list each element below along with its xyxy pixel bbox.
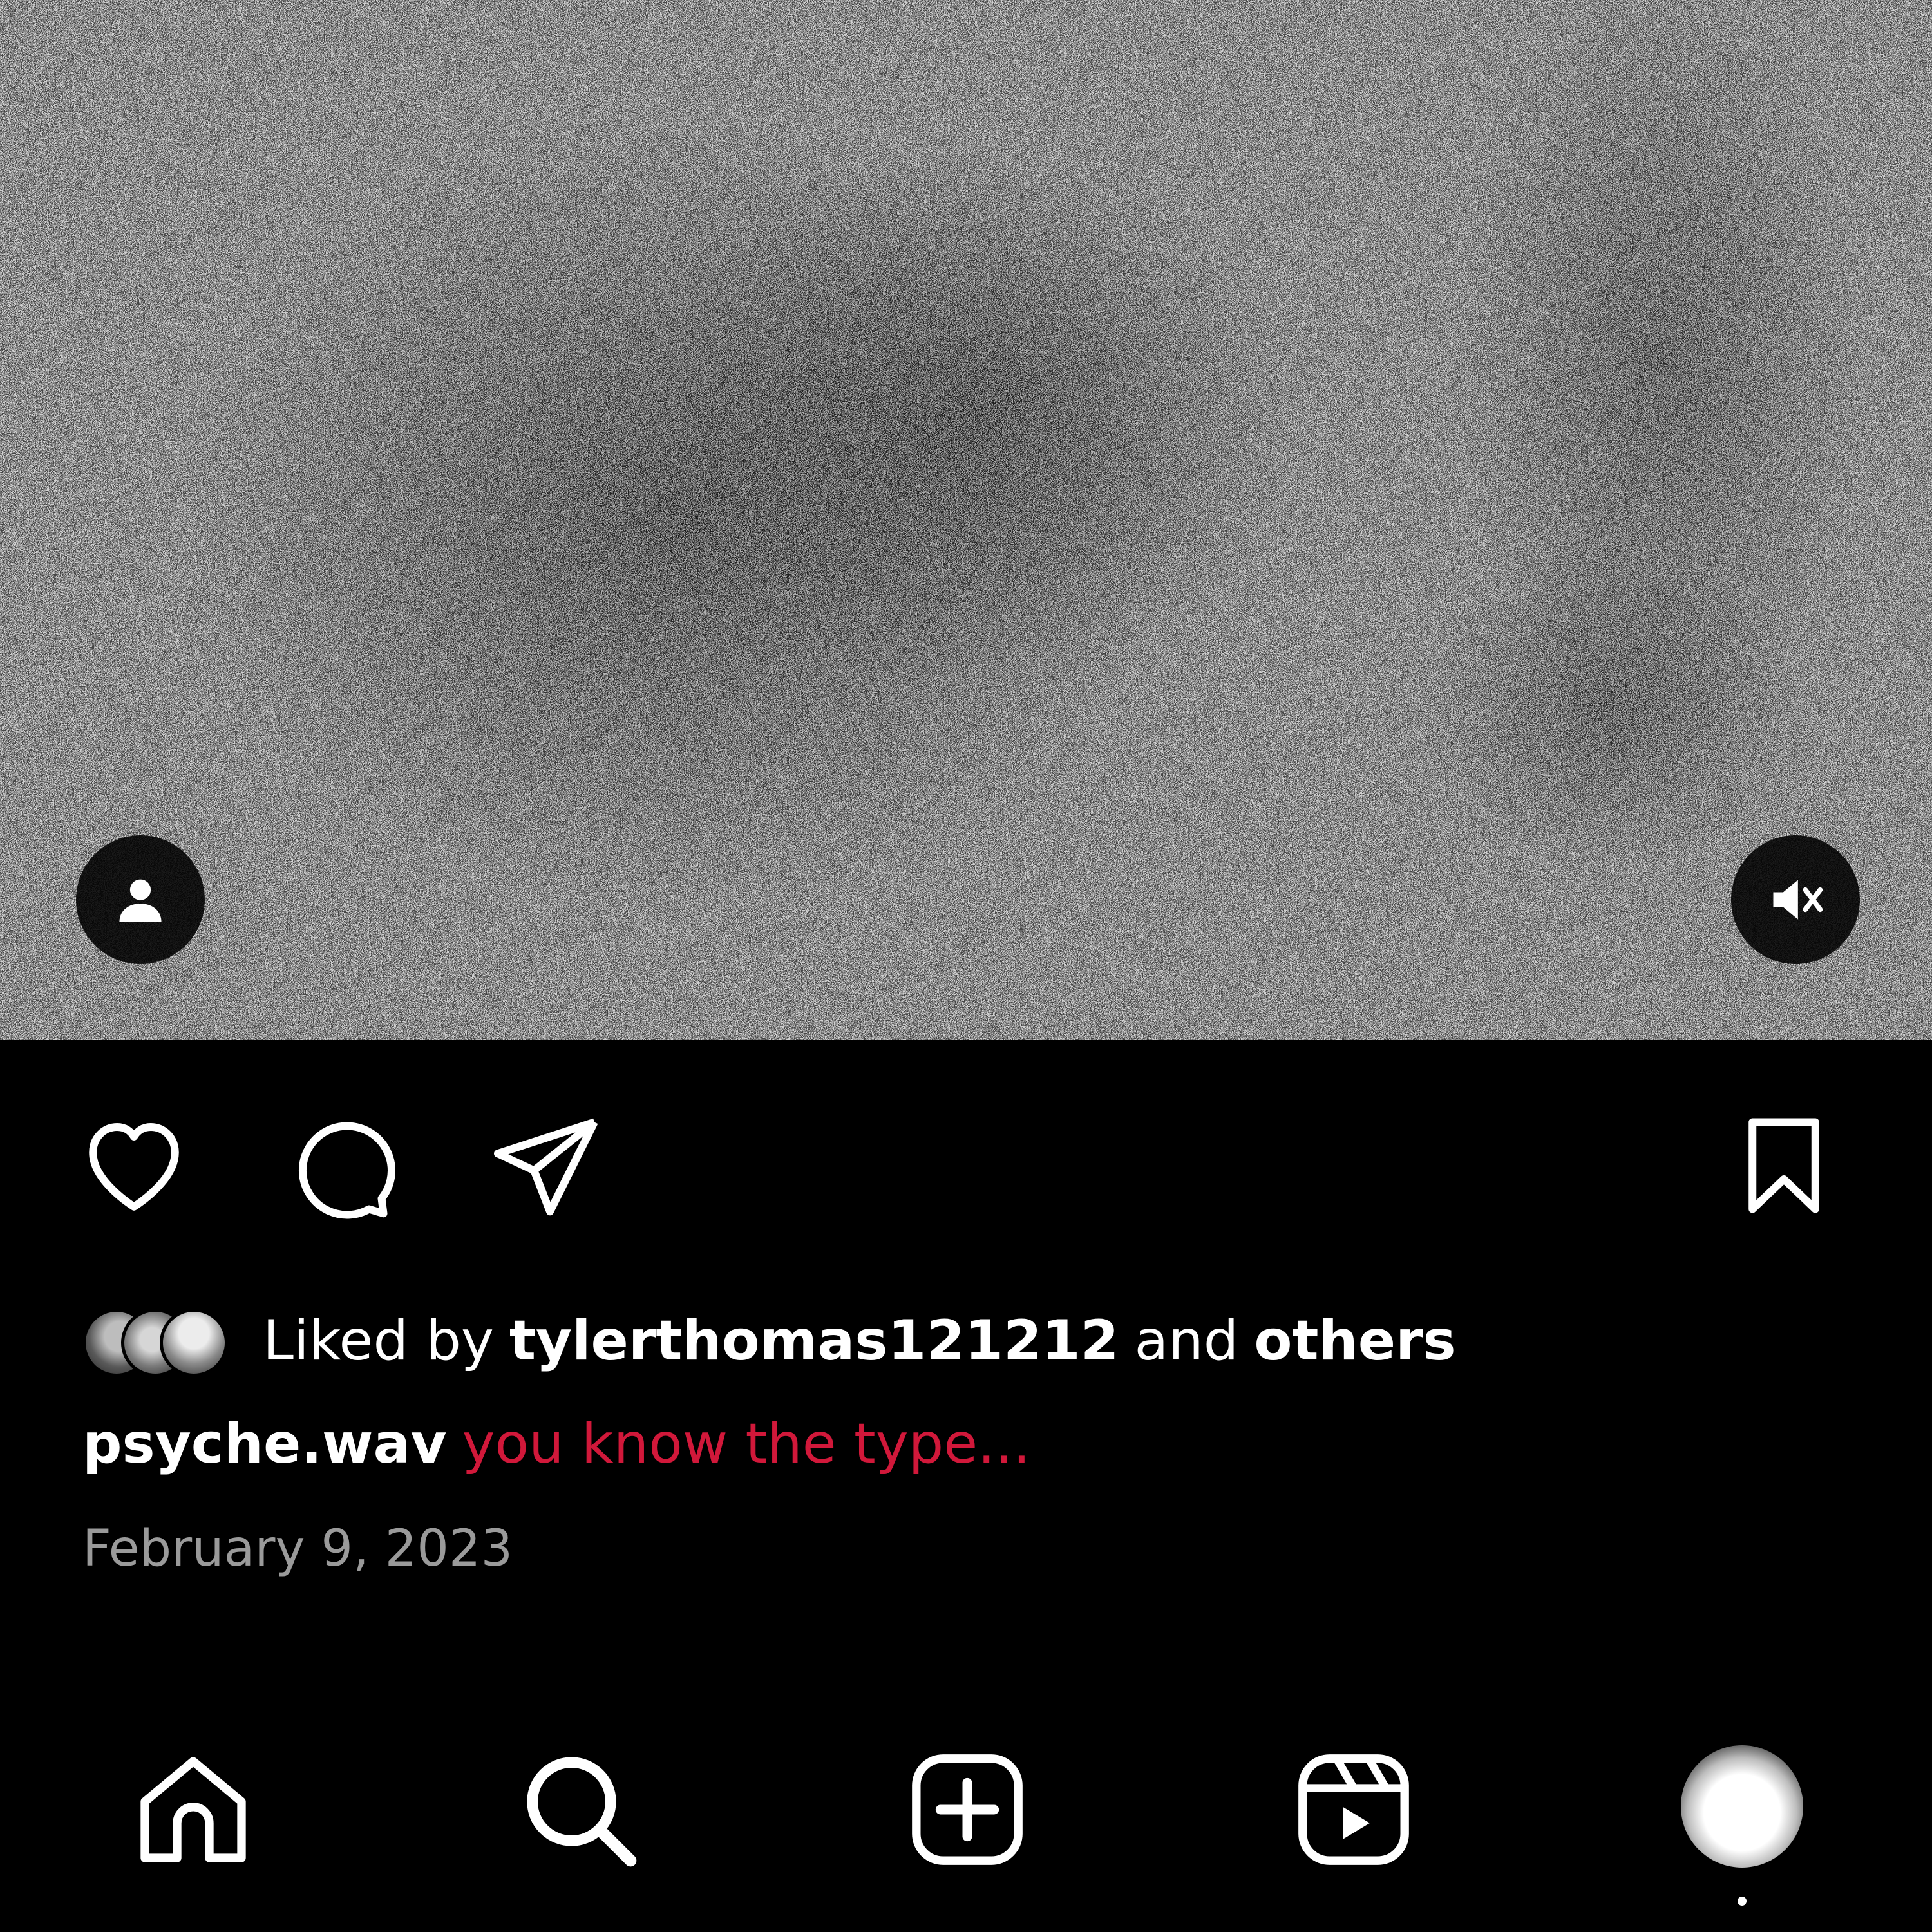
likes-others-link[interactable]: others [1254,1309,1455,1373]
home-icon [140,1757,246,1862]
post-photo [0,0,1932,1040]
paper-plane-icon [494,1118,598,1216]
create-post-icon [912,1754,1023,1865]
likes-prefix: Liked by [263,1309,494,1373]
reels-icon [1298,1754,1409,1865]
tagged-people-button[interactable] [76,835,205,964]
comment-button[interactable] [282,1108,398,1224]
bottom-nav [0,1707,1932,1919]
nav-search-button[interactable] [515,1745,644,1874]
like-button[interactable] [76,1108,192,1224]
heart-icon [89,1123,179,1211]
mute-button[interactable] [1731,835,1860,964]
nav-reels-button[interactable] [1289,1745,1418,1874]
post-caption: psyche.wav you know the type... [82,1405,1030,1482]
top-liker-username[interactable]: tylerthomas121212 [509,1309,1119,1373]
comment-icon [298,1122,395,1219]
nav-profile-button[interactable] [1681,1745,1810,1874]
caption-username[interactable]: psyche.wav [82,1412,447,1476]
active-tab-indicator [1738,1897,1747,1906]
post-date: February 9, 2023 [82,1520,513,1578]
post-media[interactable] [0,0,1932,1040]
share-button[interactable] [488,1108,604,1224]
liker-avatars [82,1309,243,1377]
caption-text[interactable]: you know the type... [462,1412,1031,1476]
profile-avatar [1681,1745,1803,1868]
nav-create-button[interactable] [903,1745,1032,1874]
search-icon [527,1757,637,1867]
likes-joiner: and [1134,1309,1239,1373]
likes-summary[interactable]: Liked by tylerthomas121212 and others [82,1302,1456,1379]
tagged-people-icon [119,879,162,922]
muted-audio-icon [1773,880,1823,920]
bookmark-icon [1748,1118,1819,1213]
nav-home-button[interactable] [129,1745,258,1874]
avatar [160,1309,228,1377]
save-button[interactable] [1726,1108,1842,1224]
